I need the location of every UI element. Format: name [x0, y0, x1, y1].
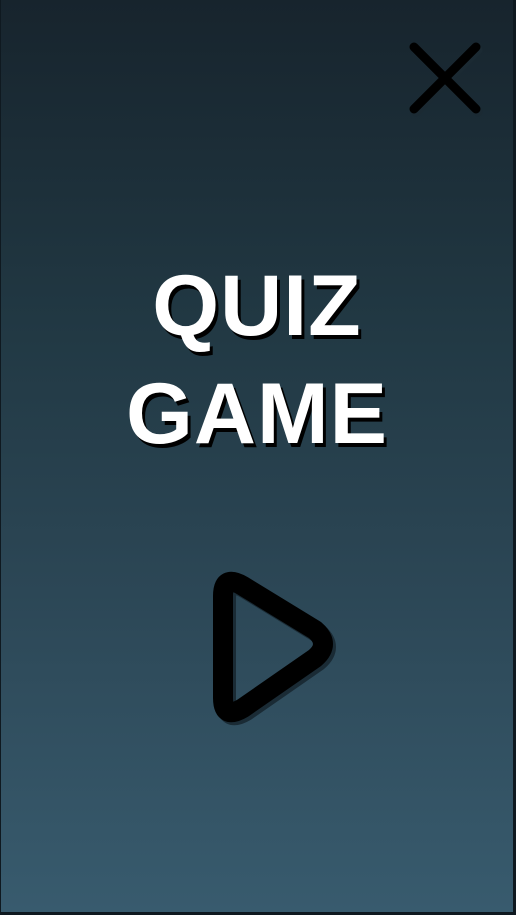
play-button[interactable] — [189, 560, 339, 738]
game-title: QUIZ GAME — [1, 252, 513, 468]
title-line-1: QUIZ — [152, 258, 362, 354]
start-screen: QUIZ GAME — [1, 0, 513, 912]
title-line-2: GAME — [126, 366, 388, 462]
close-button[interactable] — [403, 36, 485, 118]
play-icon — [213, 571, 336, 726]
close-icon — [409, 42, 483, 117]
